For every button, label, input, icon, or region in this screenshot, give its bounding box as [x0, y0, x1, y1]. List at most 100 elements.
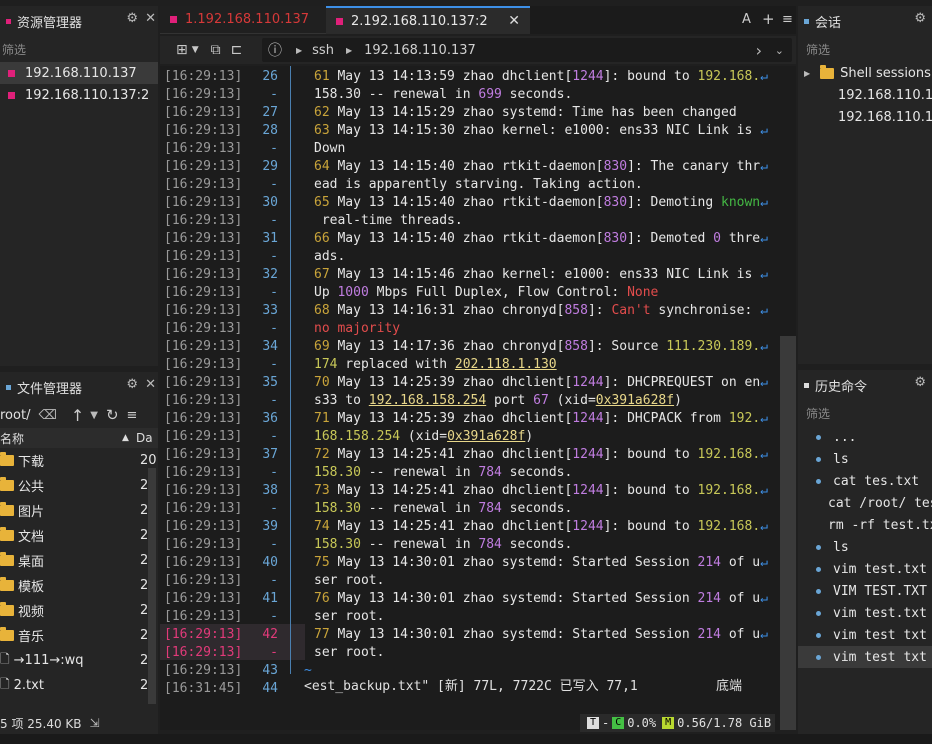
- line-text: no majority: [314, 321, 401, 336]
- file-date: 20: [140, 453, 157, 468]
- session-icon: [8, 69, 15, 77]
- split-icon[interactable]: ⊏: [231, 42, 243, 58]
- separator: -: [602, 716, 610, 730]
- folder-name: 文档: [18, 530, 45, 545]
- timestamp: [16:29:13]: [164, 627, 243, 642]
- sessions-filter-input[interactable]: 筛选: [798, 36, 932, 62]
- column-date[interactable]: Da: [136, 431, 153, 445]
- history-item[interactable]: vim test.txt: [798, 602, 932, 624]
- history-item[interactable]: vim test txt: [798, 624, 932, 646]
- path-input[interactable]: root/: [0, 408, 30, 423]
- chevron-down-icon[interactable]: ▼: [192, 45, 199, 55]
- clear-icon[interactable]: ⌫: [38, 408, 56, 423]
- tab-session-1[interactable]: 1.192.168.110.137: [160, 6, 326, 34]
- history-item[interactable]: ls: [798, 448, 932, 470]
- gear-icon[interactable]: ⚙: [914, 375, 926, 390]
- address-bar[interactable]: ⓘ ▶ ssh ▶ 192.168.110.137 › ⌄: [262, 38, 792, 62]
- file-list-scrollbar[interactable]: [148, 468, 156, 704]
- folder-row[interactable]: 公共20: [0, 473, 158, 498]
- resource-filter-input[interactable]: 筛选: [0, 36, 158, 62]
- arrow-up-icon[interactable]: ↑: [71, 406, 84, 425]
- history-item[interactable]: ls: [798, 536, 932, 558]
- history-item[interactable]: vim test txt: [798, 646, 932, 668]
- bullet-icon: [816, 478, 821, 484]
- timestamp: [16:29:13]: [164, 87, 243, 102]
- terminal-scrollbar[interactable]: [780, 336, 796, 730]
- refresh-icon[interactable]: ↻: [106, 406, 119, 424]
- session-group[interactable]: ▶ Shell sessions: [798, 62, 932, 84]
- timestamp: [16:29:13]: [164, 123, 243, 138]
- line-number: -: [270, 357, 278, 372]
- file-row[interactable]: 🗋→111→:wq20: [0, 648, 158, 673]
- history-item[interactable]: rm -rf test.txt: [798, 514, 932, 536]
- open-external-icon[interactable]: ⇲: [90, 716, 100, 730]
- history-item[interactable]: VIM TEST.TXT: [798, 580, 932, 602]
- folder-row[interactable]: 视频20: [0, 598, 158, 623]
- line-text: Down: [314, 141, 346, 156]
- tab-session-2[interactable]: 2.192.168.110.137:2 ✕: [326, 6, 530, 34]
- folder-name: 模板: [18, 580, 45, 595]
- history-filter-input[interactable]: 筛选: [798, 400, 932, 426]
- new-session-icon[interactable]: ⊞: [176, 42, 188, 58]
- chevron-right-icon: ▶: [296, 45, 303, 55]
- history-command: VIM TEST.TXT: [833, 583, 927, 599]
- gear-icon[interactable]: ⚙: [126, 11, 138, 26]
- close-icon[interactable]: ✕: [145, 11, 156, 26]
- folder-row[interactable]: 图片20: [0, 498, 158, 523]
- chevron-right-icon[interactable]: ›: [756, 41, 762, 60]
- file-row[interactable]: 🗋2.txt20: [0, 673, 158, 698]
- line-text: 62 May 13 14:15:29 zhao systemd: Time ha…: [314, 105, 737, 120]
- history-command: ls: [833, 451, 849, 467]
- line-text: 75 May 13 14:30:01 zhao systemd: Started…: [314, 555, 768, 570]
- folder-row[interactable]: 模板20: [0, 573, 158, 598]
- line-number: -: [270, 393, 278, 408]
- sessions-title: 会话: [815, 15, 842, 31]
- resource-item[interactable]: 192.168.110.137: [0, 62, 158, 84]
- folder-row[interactable]: 下载 20: [0, 448, 158, 473]
- folder-row[interactable]: 音乐20: [0, 623, 158, 648]
- line-number: 32: [262, 267, 278, 282]
- line-number: 27: [262, 105, 278, 120]
- info-icon[interactable]: ⓘ: [268, 40, 282, 60]
- session-item[interactable]: 192.168.110.137:2: [798, 106, 932, 128]
- tab-menu-icon[interactable]: ≡: [782, 12, 793, 27]
- resource-item[interactable]: 192.168.110.137:2: [0, 84, 158, 106]
- chevron-down-icon[interactable]: ▼: [90, 410, 98, 421]
- font-icon[interactable]: A: [742, 12, 751, 27]
- address-label: 192.168.110.137: [364, 42, 476, 58]
- close-tab-icon[interactable]: ✕: [508, 13, 520, 29]
- chevron-down-icon[interactable]: ⌄: [775, 44, 784, 57]
- line-number: 26: [262, 69, 278, 84]
- file-list: 下载20公共20图片20文档20桌面20模板20视频20音乐20🗋→111→:w…: [0, 448, 158, 700]
- memory-usage: 0.56/1.78 GiB: [677, 716, 772, 730]
- history-item[interactable]: ...: [798, 426, 932, 448]
- history-item[interactable]: cat tes.txt: [798, 470, 932, 492]
- column-name[interactable]: 名称: [0, 430, 24, 447]
- duplicate-icon[interactable]: ⧉: [211, 42, 221, 58]
- add-tab-icon[interactable]: +: [762, 10, 775, 28]
- close-icon[interactable]: ✕: [145, 377, 156, 392]
- bullet-icon: [816, 588, 821, 594]
- line-text: 69 May 13 14:17:36 zhao chronyd[858]: So…: [314, 339, 768, 354]
- folder-row[interactable]: 桌面20: [0, 548, 158, 573]
- file-list-header: 名称 ▲ Da: [0, 428, 158, 448]
- file-footer: 5 项 25.40 KB ⇲: [0, 712, 158, 734]
- gear-icon[interactable]: ⚙: [914, 11, 926, 26]
- tab-label: 1.192.168.110.137: [185, 12, 310, 27]
- history-item[interactable]: vim test.txt: [798, 558, 932, 580]
- gear-icon[interactable]: ⚙: [126, 377, 138, 392]
- history-item[interactable]: cat /root/ test.txt: [798, 492, 932, 514]
- session-label: 192.168.110.137: [838, 87, 932, 103]
- bullet-icon: [816, 654, 821, 660]
- folder-icon: [0, 552, 14, 566]
- terminal-view[interactable]: [16:29:13] 26 61 May 13 14:13:59 zhao dhcl…: [160, 66, 796, 730]
- menu-icon[interactable]: ≡: [127, 408, 138, 423]
- bullet-icon: [816, 632, 821, 638]
- line-text: 70 May 13 14:25:39 zhao dhclient[1244]: …: [314, 375, 768, 390]
- folder-row[interactable]: 文档20: [0, 523, 158, 548]
- folder-name: 图片: [18, 505, 45, 520]
- timestamp: [16:29:13]: [164, 375, 243, 390]
- session-item[interactable]: 192.168.110.137: [798, 84, 932, 106]
- timestamp: [16:29:13]: [164, 303, 243, 318]
- line-text: 65 May 13 14:15:40 zhao rtkit-daemon[830…: [314, 195, 768, 210]
